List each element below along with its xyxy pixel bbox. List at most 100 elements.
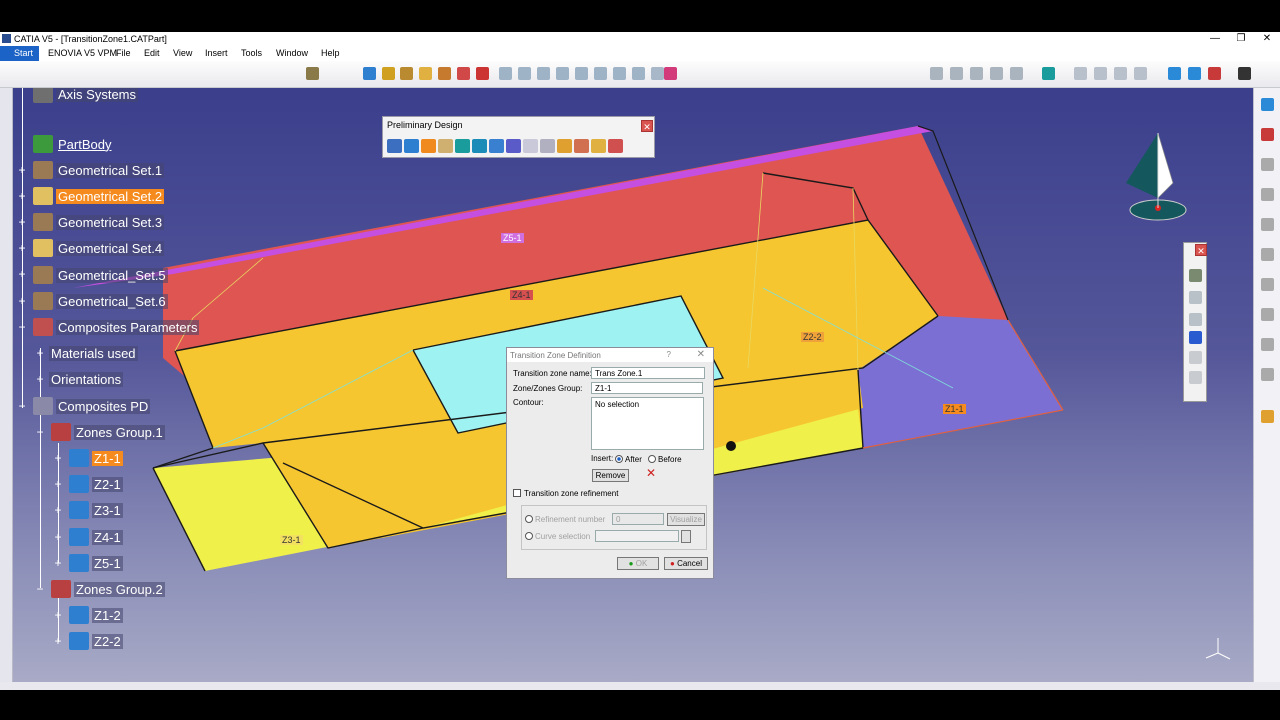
right-tool-2-icon[interactable]: [1261, 128, 1274, 141]
insert-after-radio[interactable]: After: [615, 455, 642, 464]
close-window-button[interactable]: ✕: [1254, 32, 1280, 45]
expand-icon[interactable]: +: [17, 295, 27, 307]
expand-icon[interactable]: +: [17, 216, 27, 228]
tree-item-composites-pd[interactable]: Composites PD: [33, 396, 151, 416]
refresh-icon[interactable]: [1238, 67, 1251, 80]
contour-list[interactable]: No selection: [591, 397, 704, 450]
expand-icon[interactable]: +: [17, 242, 27, 254]
right-tool-11-icon[interactable]: [1261, 410, 1274, 423]
pd-tool-12-icon[interactable]: [574, 139, 589, 153]
expand-icon[interactable]: +: [53, 557, 63, 569]
drafting-3-icon[interactable]: [1114, 67, 1127, 80]
remove-button[interactable]: Remove: [592, 469, 629, 482]
zone-label-z1-1[interactable]: Z1-1: [943, 404, 966, 414]
menu-start[interactable]: Start: [0, 46, 40, 61]
tree-item-geometrical-set-4[interactable]: Geometrical Set.4: [33, 238, 165, 258]
stacking-icon[interactable]: [400, 67, 413, 80]
expand-icon[interactable]: +: [53, 452, 63, 464]
right-tool-4-icon[interactable]: [1261, 188, 1274, 201]
right-tool-5-icon[interactable]: [1261, 218, 1274, 231]
pd-tool-8-icon[interactable]: [506, 139, 521, 153]
tree-item-z3-1[interactable]: Z3-1: [69, 500, 123, 520]
zone-group-field[interactable]: Z1-1: [591, 382, 703, 394]
right-tool-3-icon[interactable]: [1261, 158, 1274, 171]
pd-tool-9-icon[interactable]: [523, 139, 538, 153]
ok-button[interactable]: ● OK: [617, 557, 659, 570]
plies-icon[interactable]: [419, 67, 432, 80]
menu-help[interactable]: Help: [321, 48, 340, 58]
right-tool-7-icon[interactable]: [1261, 278, 1274, 291]
drafting-1-icon[interactable]: [1074, 67, 1087, 80]
right-tool-8-icon[interactable]: [1261, 308, 1274, 321]
zone-label-z2-2[interactable]: Z2-2: [801, 332, 824, 342]
menu-file[interactable]: File: [116, 48, 131, 58]
pd-tool-7-icon[interactable]: [489, 139, 504, 153]
minimize-button[interactable]: —: [1202, 32, 1228, 45]
panel-tool-3-icon[interactable]: [1189, 313, 1202, 326]
analysis-4-icon[interactable]: [990, 67, 1003, 80]
tree-item-z1-2[interactable]: Z1-2: [69, 605, 123, 625]
collapse-icon[interactable]: −: [35, 583, 45, 595]
pd-tool-5-icon[interactable]: [455, 139, 470, 153]
tree-item-z1-1[interactable]: Z1-1: [69, 448, 123, 468]
refinement-number-radio[interactable]: Refinement number: [525, 515, 605, 524]
gray-tool-2-icon[interactable]: [518, 67, 531, 80]
analysis-5-icon[interactable]: [1010, 67, 1023, 80]
gray-tool-4-icon[interactable]: [556, 67, 569, 80]
close-icon[interactable]: ✕: [697, 349, 705, 360]
tree-item-z5-1[interactable]: Z5-1: [69, 553, 123, 573]
pd-tool-10-icon[interactable]: [540, 139, 555, 153]
tree-item-geometrical-set-6[interactable]: Geometrical_Set.6: [33, 291, 168, 311]
restore-button[interactable]: ❐: [1228, 32, 1254, 45]
expand-icon[interactable]: +: [53, 531, 63, 543]
composite-icon[interactable]: [363, 67, 376, 80]
zone-label-z3-1[interactable]: Z3-1: [280, 535, 303, 545]
gray-tool-8-icon[interactable]: [632, 67, 645, 80]
panel-tool-2-icon[interactable]: [1189, 291, 1202, 304]
flag-icon[interactable]: [664, 67, 677, 80]
refinement-checkbox[interactable]: [513, 489, 521, 497]
drafting-2-icon[interactable]: [1094, 67, 1107, 80]
insert-before-radio[interactable]: Before: [648, 455, 682, 464]
menu-edit[interactable]: Edit: [144, 48, 160, 58]
tree-item-zones-group-2[interactable]: Zones Group.2: [51, 579, 165, 599]
zone-label-z5-1[interactable]: Z5-1: [501, 233, 524, 243]
tree-item-geometrical-set-5[interactable]: Geometrical_Set.5: [33, 265, 168, 285]
tree-item-z4-1[interactable]: Z4-1: [69, 527, 123, 547]
analysis-1-icon[interactable]: [930, 67, 943, 80]
analysis-3-icon[interactable]: [970, 67, 983, 80]
expand-icon[interactable]: +: [35, 347, 45, 359]
expand-icon[interactable]: +: [53, 478, 63, 490]
analysis-2-icon[interactable]: [950, 67, 963, 80]
collapse-icon[interactable]: −: [35, 426, 45, 438]
curve-selection-radio[interactable]: Curve selection: [525, 532, 590, 541]
pd-tool-11-icon[interactable]: [557, 139, 572, 153]
view-2-icon[interactable]: [1188, 67, 1201, 80]
menu-insert[interactable]: Insert: [205, 48, 228, 58]
right-tool-1-icon[interactable]: [1261, 98, 1274, 111]
view-3-icon[interactable]: [1208, 67, 1221, 80]
tree-item-axis-systems[interactable]: Axis Systems: [33, 88, 139, 104]
solid-icon[interactable]: [1042, 67, 1055, 80]
close-icon[interactable]: ✕: [641, 120, 653, 132]
curve-select-icon[interactable]: [681, 530, 691, 543]
right-tool-10-icon[interactable]: [1261, 368, 1274, 381]
view-1-icon[interactable]: [1168, 67, 1181, 80]
pd-tool-14-icon[interactable]: [608, 139, 623, 153]
gray-tool-5-icon[interactable]: [575, 67, 588, 80]
menu-view[interactable]: View: [173, 48, 192, 58]
visualize-button[interactable]: Visualize: [667, 513, 705, 526]
right-tool-6-icon[interactable]: [1261, 248, 1274, 261]
zone-label-z4-1[interactable]: Z4-1: [510, 290, 533, 300]
panel-tool-1-icon[interactable]: [1189, 269, 1202, 282]
pd-tool-6-icon[interactable]: [472, 139, 487, 153]
3d-viewport[interactable]: Z5-1 Z4-1 Z2-2 Z1-1 Z3-1 Axis Systems Pa…: [13, 88, 1253, 682]
tree-item-z2-2[interactable]: Z2-2: [69, 631, 123, 651]
expand-icon[interactable]: +: [35, 373, 45, 385]
tree-item-geometrical-set-1[interactable]: Geometrical Set.1: [33, 160, 165, 180]
expand-icon[interactable]: +: [17, 164, 27, 176]
expand-icon[interactable]: +: [53, 635, 63, 647]
expand-icon[interactable]: +: [53, 504, 63, 516]
cancel-button[interactable]: ● Cancel: [664, 557, 708, 570]
transition-icon[interactable]: [457, 67, 470, 80]
